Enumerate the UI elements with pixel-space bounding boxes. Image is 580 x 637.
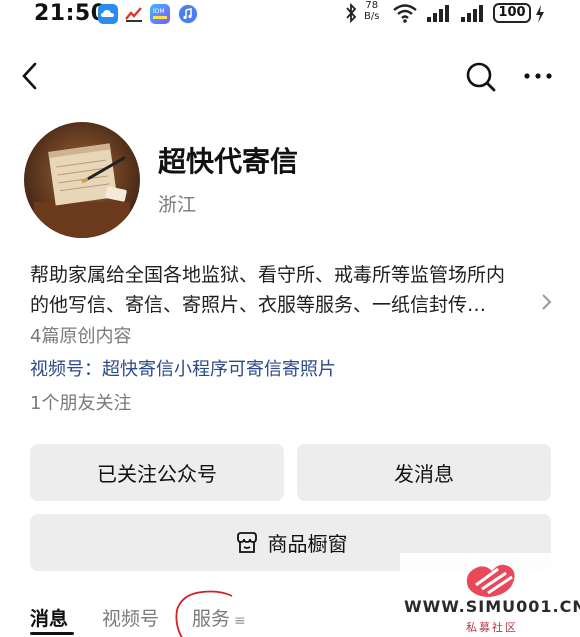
network-speed: 78 B/s (364, 0, 379, 22)
active-tab-indicator (30, 632, 74, 635)
chevron-left-icon (22, 62, 37, 90)
followed-button-label: 已关注公众号 (97, 462, 217, 486)
wifi-icon (392, 2, 418, 28)
network-speed-value: 78 (365, 0, 379, 11)
search-button[interactable] (464, 60, 498, 94)
music-app-icon (178, 4, 198, 24)
shop-icon (236, 531, 257, 553)
network-speed-unit: B/s (364, 11, 380, 22)
tab-video[interactable]: 视频号 (102, 604, 159, 631)
tab-messages[interactable]: 消息 (30, 604, 68, 631)
original-content-count[interactable]: 4篇原创内容 (30, 322, 131, 348)
account-region: 浙江 (158, 194, 197, 216)
more-horizontal-icon (524, 73, 552, 79)
account-name: 超快代寄信 (158, 145, 299, 178)
red-annotation-circle (175, 590, 233, 637)
watermark-text: WWW.SIMU001.CN (404, 597, 580, 616)
svg-text:IDM: IDM (153, 8, 165, 15)
bluetooth-icon (344, 2, 358, 28)
followed-button[interactable]: 已关注公众号 (30, 444, 284, 501)
more-button[interactable] (523, 66, 553, 86)
stock-app-icon (124, 4, 144, 24)
battery-indicator: 100 (493, 3, 531, 23)
chevron-right-icon[interactable] (538, 292, 554, 312)
avatar[interactable] (24, 122, 140, 238)
account-description[interactable]: 帮助家属给全国各地监狱、看守所、戒毒所等监管场所内 的他写信、寄信、寄照片、衣服… (30, 260, 525, 320)
status-time: 21:50 (34, 1, 107, 26)
send-message-label: 发消息 (394, 462, 454, 486)
watermark-subtext: 私募社区 (466, 621, 518, 634)
shop-window-label: 商品橱窗 (267, 532, 348, 556)
signal-2-icon (460, 2, 486, 28)
friends-follow-count[interactable]: 1个朋友关注 (30, 389, 131, 415)
description-line-2: 的他写信、寄信、寄照片、衣服等服务、一纸信封传… (30, 294, 487, 316)
description-line-1: 帮助家属给全国各地监狱、看守所、戒毒所等监管场所内 (30, 264, 506, 286)
cloud-app-icon (98, 4, 118, 24)
signal-1-icon (426, 2, 452, 28)
status-bar: 21:50 IDM 78 B/s 100 (0, 0, 580, 30)
back-button[interactable] (18, 60, 42, 92)
video-account-link[interactable]: 视频号：超快寄信小程序可寄信寄照片 (30, 355, 336, 381)
charging-icon (534, 4, 546, 28)
idm-app-icon: IDM (150, 4, 170, 24)
search-icon (466, 62, 496, 92)
send-message-button[interactable]: 发消息 (297, 444, 551, 501)
battery-level: 100 (498, 5, 526, 20)
